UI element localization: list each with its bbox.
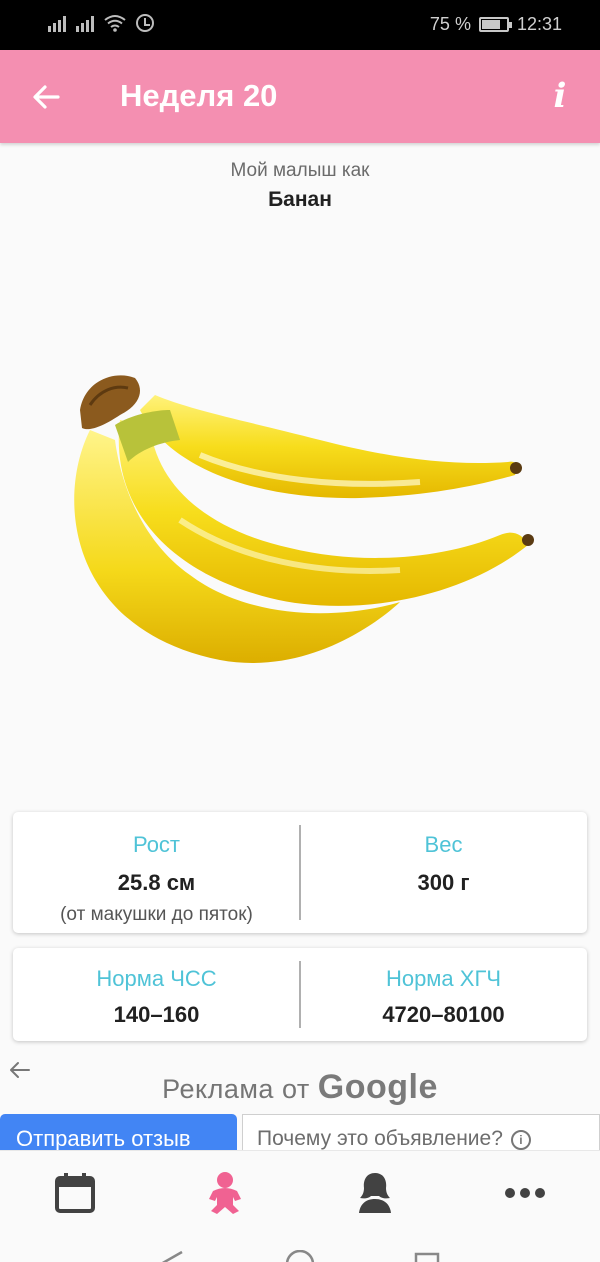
why-this-ad-button[interactable]: Почему это объявление? i bbox=[242, 1114, 600, 1154]
calendar-icon bbox=[55, 1173, 95, 1213]
system-back-icon[interactable] bbox=[158, 1250, 184, 1262]
fruit-subtitle: Мой малыш как bbox=[230, 160, 370, 181]
ad-attribution: Реклама от Google bbox=[0, 1068, 600, 1107]
system-nav-bar bbox=[0, 1232, 600, 1262]
ad-label-prefix: Реклама от bbox=[162, 1074, 310, 1104]
info-button[interactable]: i bbox=[542, 72, 578, 120]
nav-calendar[interactable] bbox=[51, 1169, 99, 1217]
battery-percent: 75 % bbox=[429, 14, 471, 34]
signal-icon bbox=[48, 14, 66, 32]
info-circle-icon: i bbox=[510, 1130, 531, 1150]
nav-more[interactable] bbox=[501, 1169, 549, 1217]
weight-column: Вес 300 г bbox=[300, 812, 587, 896]
heart-rate-column: Норма ЧСС 140–160 bbox=[13, 948, 300, 1028]
mother-icon bbox=[359, 1173, 391, 1213]
ad-feedback-bar: Отправить отзыв Почему это объявление? i bbox=[0, 1114, 600, 1154]
clock: 12:31 bbox=[516, 14, 562, 34]
size-card: Рост 25.8 см (от макушки до пяток) Вес 3… bbox=[13, 812, 587, 933]
heart-rate-value: 140–160 bbox=[113, 1002, 200, 1027]
weight-label: Вес bbox=[424, 832, 463, 857]
nav-mother[interactable] bbox=[351, 1169, 399, 1217]
baby-icon bbox=[209, 1172, 241, 1214]
alarm-icon bbox=[136, 14, 154, 32]
length-label: Рост bbox=[132, 832, 181, 857]
app-bar: Неделя 20 i bbox=[0, 50, 600, 143]
page-title: Неделя 20 bbox=[120, 78, 278, 113]
length-value: 25.8 см bbox=[117, 870, 196, 895]
hcg-column: Норма ХГЧ 4720–80100 bbox=[300, 948, 587, 1028]
battery-icon bbox=[478, 17, 512, 32]
info-icon: i bbox=[553, 76, 567, 116]
weight-value: 300 г bbox=[417, 870, 470, 895]
bottom-nav bbox=[0, 1150, 600, 1232]
back-button[interactable] bbox=[22, 74, 70, 120]
send-feedback-button[interactable]: Отправить отзыв bbox=[0, 1114, 237, 1154]
system-recents-icon[interactable] bbox=[414, 1252, 440, 1262]
system-home-icon[interactable] bbox=[284, 1250, 316, 1262]
status-bar: 75 % 12:31 bbox=[0, 0, 600, 50]
heart-rate-label: Норма ЧСС bbox=[96, 966, 217, 991]
why-this-ad-label: Почему это объявление? bbox=[257, 1127, 503, 1150]
fruit-name: Банан bbox=[268, 188, 332, 211]
hcg-label: Норма ХГЧ bbox=[385, 966, 502, 991]
google-logo: Google bbox=[317, 1068, 438, 1106]
more-icon bbox=[505, 1188, 545, 1198]
hcg-value: 4720–80100 bbox=[382, 1002, 505, 1027]
banana-image bbox=[74, 375, 534, 663]
wifi-icon bbox=[104, 15, 126, 32]
length-note: (от макушки до пяток) bbox=[60, 904, 253, 925]
norms-card: Норма ЧСС 140–160 Норма ХГЧ 4720–80100 bbox=[13, 948, 587, 1041]
signal-icon-2 bbox=[76, 14, 94, 32]
arrow-left-icon bbox=[33, 85, 60, 109]
nav-baby[interactable] bbox=[201, 1169, 249, 1217]
length-column: Рост 25.8 см (от макушки до пяток) bbox=[13, 812, 300, 926]
